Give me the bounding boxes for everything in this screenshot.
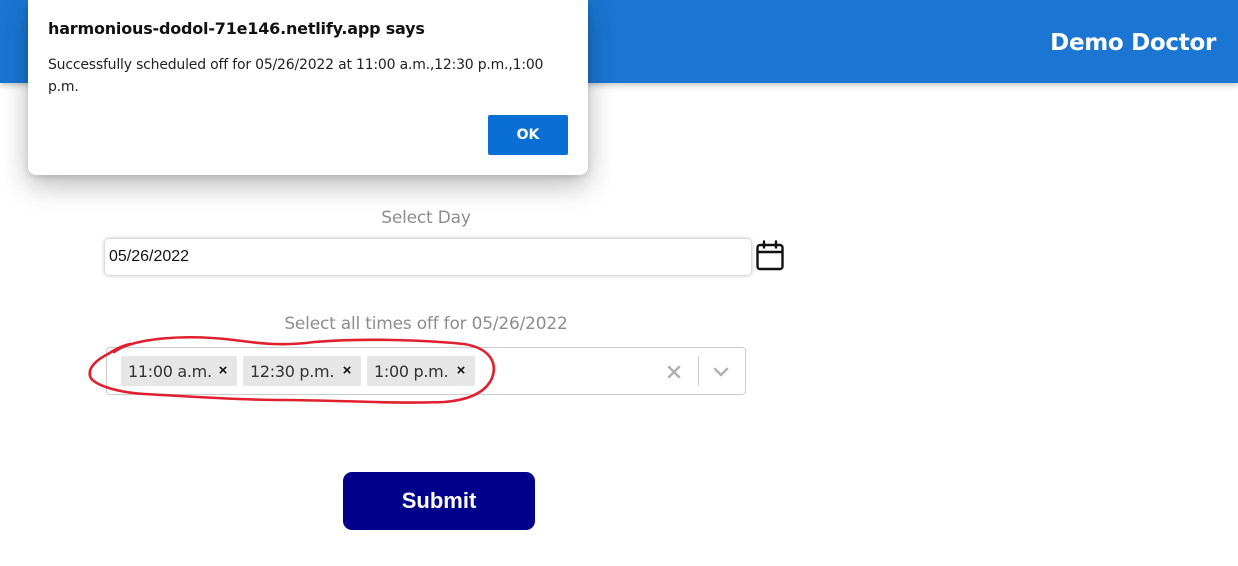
- time-chip-label: 12:30 p.m.: [250, 361, 335, 381]
- alert-dialog-message: Successfully scheduled off for 05/26/202…: [48, 57, 544, 95]
- ok-button[interactable]: OK: [488, 115, 568, 155]
- times-multiselect[interactable]: 11:00 a.m. × 12:30 p.m. × 1:00 p.m. ×: [106, 347, 746, 395]
- doctor-name: Demo Doctor: [1050, 30, 1216, 56]
- remove-chip-icon[interactable]: ×: [453, 362, 469, 380]
- clear-icon[interactable]: [663, 361, 685, 383]
- select-day-label: Select Day: [381, 208, 471, 228]
- calendar-icon[interactable]: [754, 240, 786, 274]
- time-chip-label: 1:00 p.m.: [374, 361, 449, 381]
- remove-chip-icon[interactable]: ×: [215, 362, 231, 380]
- alert-dialog: harmonious-dodol-71e146.netlify.app says…: [28, 0, 588, 175]
- select-times-label: Select all times off for 05/26/2022: [284, 314, 568, 334]
- time-chip-label: 11:00 a.m.: [128, 361, 212, 381]
- alert-dialog-title: harmonious-dodol-71e146.netlify.app says: [48, 19, 425, 38]
- remove-chip-icon[interactable]: ×: [339, 362, 355, 380]
- page: Demo Doctor harmonious-dodol-71e146.netl…: [0, 0, 1238, 566]
- submit-button[interactable]: Submit: [343, 472, 535, 530]
- time-chip: 12:30 p.m. ×: [243, 356, 361, 386]
- time-chip: 11:00 a.m. ×: [121, 356, 237, 386]
- chevron-down-icon[interactable]: [710, 361, 732, 383]
- time-chip: 1:00 p.m. ×: [367, 356, 475, 386]
- date-input[interactable]: [105, 239, 751, 275]
- indicator-separator: [698, 356, 699, 386]
